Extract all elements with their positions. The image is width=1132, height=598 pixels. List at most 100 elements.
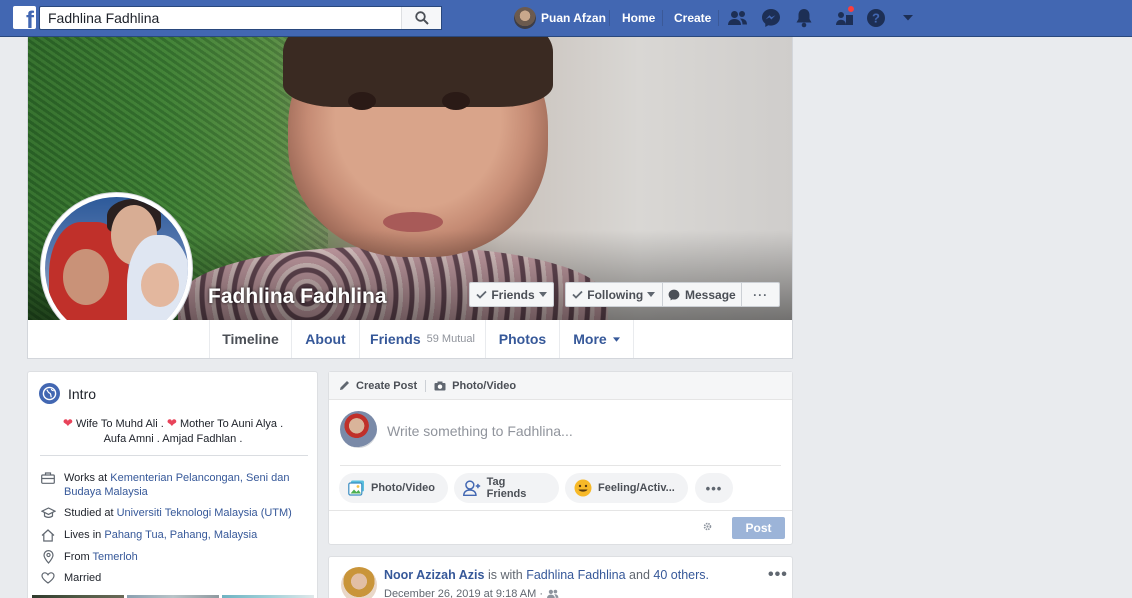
more-options-button[interactable]: ··· xyxy=(742,288,779,302)
facebook-logo[interactable]: f xyxy=(13,6,36,29)
chevron-down-icon xyxy=(538,292,547,297)
checkmark-icon xyxy=(476,290,487,299)
tab-photos[interactable]: Photos xyxy=(485,320,559,358)
tab-more[interactable]: More xyxy=(559,320,634,358)
post-header: Noor Azizah Azis is with Fadhlina Fadhli… xyxy=(384,568,709,582)
heart-icon: ❤ xyxy=(62,416,73,430)
post-timestamp-row: December 26, 2019 at 9:18 AM · xyxy=(384,588,559,598)
location-pin-icon xyxy=(40,550,56,564)
tab-label: About xyxy=(305,331,346,347)
intro-header: Intro xyxy=(39,383,96,404)
composer-input[interactable]: Write something to Fadhlina... xyxy=(387,423,573,439)
gear-icon[interactable] xyxy=(702,521,713,535)
home-link[interactable]: Home xyxy=(622,11,655,25)
help-icon[interactable]: ? xyxy=(865,8,887,28)
home-icon xyxy=(40,528,56,542)
post-button[interactable]: Post xyxy=(732,517,785,539)
following-button-label: Following xyxy=(587,287,644,302)
following-message-group: Following Message ··· xyxy=(565,282,780,307)
svg-text:?: ? xyxy=(872,11,880,26)
nav-divider xyxy=(662,10,663,26)
intro-relationship: Married xyxy=(40,571,305,585)
photo-video-tab[interactable]: Photo/Video xyxy=(434,380,516,392)
divider xyxy=(329,510,792,511)
post-options-button[interactable]: ••• xyxy=(768,566,788,584)
tab-label: Photos xyxy=(498,331,547,347)
current-city-link[interactable]: Pahang Tua, Pahang, Malaysia xyxy=(104,529,257,541)
globe-icon xyxy=(39,383,60,404)
intro-education: Studied at Universiti Teknologi Malaysia… xyxy=(40,506,305,520)
intro-lives: Lives in Pahang Tua, Pahang, Malaysia xyxy=(40,528,305,542)
relationship-status: Married xyxy=(64,572,102,584)
tagged-others-link[interactable]: 40 others. xyxy=(653,568,709,582)
tab-friends[interactable]: Friends 59 Mutual xyxy=(359,320,485,358)
heart-icon: ❤ xyxy=(166,416,177,430)
feeling-activity-button-label: Feeling/Activ... xyxy=(598,482,675,494)
messenger-icon xyxy=(668,289,680,300)
post-composer: Create Post Photo/Video Write something … xyxy=(328,371,793,545)
smiley-icon xyxy=(574,479,592,497)
profile-shortcut[interactable]: Puan Afzan xyxy=(514,7,606,29)
checkmark-icon xyxy=(572,290,583,299)
more-composer-options-button[interactable]: ••• xyxy=(695,473,733,503)
friend-requests-icon[interactable] xyxy=(727,8,749,28)
nav-divider xyxy=(718,10,719,26)
composer-avatar xyxy=(340,411,377,448)
tab-label: Friends xyxy=(370,331,421,347)
composer-header: Create Post Photo/Video xyxy=(329,372,792,400)
tag-friends-button-label: Tag Friends xyxy=(486,476,527,500)
search-button[interactable] xyxy=(401,7,441,29)
tab-timeline[interactable]: Timeline xyxy=(209,320,291,358)
post-author-link[interactable]: Noor Azizah Azis xyxy=(384,568,484,582)
friends-audience-icon xyxy=(547,589,559,598)
chevron-down-icon xyxy=(612,336,620,342)
friends-button[interactable]: Friends xyxy=(469,282,554,307)
school-link[interactable]: Universiti Teknologi Malaysia (UTM) xyxy=(117,507,292,519)
mutual-friends-count: 59 Mutual xyxy=(426,333,475,345)
search-box xyxy=(39,6,442,30)
post-with-text: is with xyxy=(487,568,523,582)
tag-friends-button[interactable]: Tag Friends xyxy=(454,473,559,503)
create-post-label: Create Post xyxy=(356,379,418,392)
feed-post: Noor Azizah Azis is with Fadhlina Fadhli… xyxy=(328,556,793,598)
tagged-friend-link[interactable]: Fadhlina Fadhlina xyxy=(526,568,625,582)
from-prefix: From xyxy=(64,551,90,563)
divider xyxy=(340,465,781,466)
messenger-icon[interactable] xyxy=(760,8,782,28)
following-button[interactable]: Following xyxy=(566,288,662,302)
tab-label: More xyxy=(573,331,607,347)
post-and-text: and xyxy=(629,568,650,582)
heart-outline-icon xyxy=(40,571,56,585)
create-link[interactable]: Create xyxy=(674,11,711,25)
search-input[interactable] xyxy=(40,7,400,29)
message-button-label: Message xyxy=(685,287,736,302)
message-button[interactable]: Message xyxy=(663,288,742,302)
intro-title: Intro xyxy=(68,385,97,402)
tab-about[interactable]: About xyxy=(291,320,359,358)
bio-text: ❤ Wife To Muhd Ali . ❤ Mother To Auni Al… xyxy=(40,416,306,447)
intro-hometown: From Temerloh xyxy=(40,550,305,564)
photo-icon xyxy=(348,480,364,496)
user-avatar xyxy=(514,7,536,29)
friends-button-label: Friends xyxy=(491,287,535,302)
bio-line: Mother To Auni Alya . xyxy=(180,418,284,430)
post-author-avatar[interactable] xyxy=(341,567,377,598)
work-prefix: Works at xyxy=(64,472,108,484)
nav-divider xyxy=(609,10,610,26)
create-post-tab[interactable]: Create Post xyxy=(339,380,417,392)
tag-friends-icon xyxy=(463,480,481,496)
dropdown-arrow-icon[interactable] xyxy=(897,8,919,28)
study-prefix: Studied at xyxy=(64,507,114,519)
profile-name[interactable]: Fadhlina Fadhlina xyxy=(208,285,387,309)
post-timestamp[interactable]: December 26, 2019 at 9:18 AM · xyxy=(384,588,543,598)
chevron-down-icon xyxy=(647,292,656,297)
bio-line: Wife To Muhd Ali . xyxy=(75,418,164,430)
photo-video-button[interactable]: Photo/Video xyxy=(339,473,448,503)
feeling-activity-button[interactable]: Feeling/Activ... xyxy=(565,473,688,503)
user-name: Puan Afzan xyxy=(541,11,606,25)
lives-prefix: Lives in xyxy=(64,529,102,541)
top-navigation-bar: f Puan Afzan Home Create ? xyxy=(0,0,1132,37)
graduation-cap-icon xyxy=(40,506,56,520)
hometown-link[interactable]: Temerloh xyxy=(93,551,138,563)
notifications-icon[interactable] xyxy=(793,8,815,28)
